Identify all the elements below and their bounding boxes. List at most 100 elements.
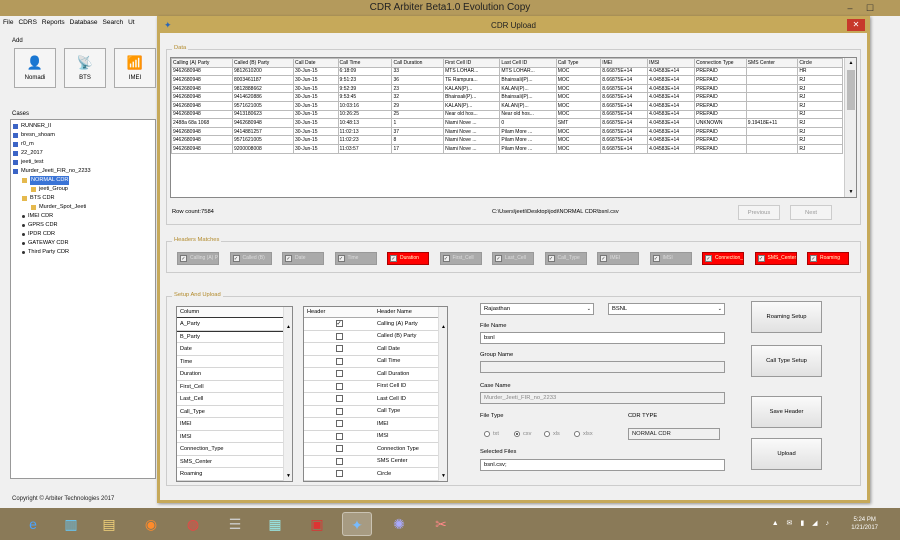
table-row[interactable]: 9462680948 9812888662 30-Jun-15 9:52:39 23 KA…: [171, 83, 843, 94]
header-match-checkbox[interactable]: ✓Connection_Type: [702, 252, 744, 265]
snipping-tool-icon[interactable]: ✂: [426, 512, 456, 536]
header-list[interactable]: Header Header Name ✓ Calling (A) Party Cal…: [303, 306, 448, 482]
header-match-checkbox[interactable]: ✓ SMS_Center: [754, 252, 797, 265]
checkbox[interactable]: [335, 345, 343, 353]
upload-button[interactable]: Upload: [751, 438, 822, 470]
case-name-input[interactable]: Murder_Jeeti_FIR_no_2233: [480, 392, 725, 404]
table-row[interactable]: 9462680948 9571621005 30-Jun-15 11:02:23 8 Ni…: [171, 135, 843, 145]
tree-item[interactable]: r0_m: [13, 140, 153, 149]
list-item[interactable]: Time: [177, 356, 283, 368]
list-item[interactable]: B_Party: [177, 331, 283, 343]
table-row[interactable]: 9462680948 9413180623 30-Jun-15 10:26:25 25 N…: [171, 109, 843, 120]
file-type-radio[interactable]: txt: [484, 431, 499, 437]
tree-item[interactable]: NORMAL CDR: [13, 176, 153, 185]
operator-select[interactable]: BSNL ⌄: [608, 303, 725, 315]
column-list-scrollbar[interactable]: ▲ ▼: [283, 307, 292, 481]
menu-item[interactable]: Ut: [128, 19, 135, 26]
file-type-radio[interactable]: xls: [544, 431, 560, 437]
list-item[interactable]: Duration: [177, 368, 283, 381]
call-type-setup-button[interactable]: Call Type Setup: [751, 345, 822, 377]
scroll-up-icon[interactable]: ▲: [284, 323, 292, 332]
list-item[interactable]: Call Time: [304, 356, 438, 368]
scroll-thumb[interactable]: [847, 70, 855, 110]
dialog-close-icon[interactable]: ✕: [847, 19, 865, 31]
header-match-checkbox[interactable]: ✓ IMEI: [597, 252, 639, 265]
list-item[interactable]: IMSI: [304, 431, 438, 443]
settings-icon[interactable]: ✺: [384, 512, 414, 536]
checkbox[interactable]: [335, 382, 343, 390]
list-item[interactable]: Roaming: [177, 468, 283, 481]
header-match-checkbox[interactable]: ✓ Time: [334, 252, 377, 265]
checkbox[interactable]: [335, 432, 343, 440]
tree-item[interactable]: BTS CDR: [13, 194, 153, 203]
tree-item[interactable]: Murder_Jeeti_FIR_no_2233: [13, 167, 153, 176]
header-match-checkbox[interactable]: ✓Calling (A) Party: [177, 252, 219, 265]
maximize-icon[interactable]: ☐: [860, 0, 880, 16]
header-match-checkbox[interactable]: ✓ Last_Cell: [492, 252, 534, 265]
checkbox[interactable]: [335, 457, 343, 465]
menu-item[interactable]: File: [3, 19, 13, 26]
tree-item[interactable]: jeeti_Group: [13, 185, 153, 194]
group-name-input[interactable]: [480, 361, 725, 373]
add-button[interactable]: 📶 IMEI: [114, 48, 156, 88]
list-item[interactable]: IMSI: [177, 431, 283, 443]
checkbox[interactable]: [335, 445, 343, 453]
tree-item[interactable]: Third Party CDR: [13, 248, 153, 257]
checkbox[interactable]: [335, 470, 343, 478]
list-item[interactable]: Call Duration: [304, 368, 438, 381]
table-row[interactable]: 9462680948 9414881257 30-Jun-15 11:02:13 37 N…: [171, 126, 843, 137]
firefox-icon[interactable]: ◉: [136, 512, 166, 536]
add-button[interactable]: 👤 Nomadi: [14, 48, 56, 88]
windows-explorer-icon[interactable]: ▥: [56, 512, 86, 536]
checkbox[interactable]: [335, 407, 343, 415]
powerpoint-icon[interactable]: ▣: [302, 512, 332, 536]
data-grid[interactable]: Calling (A) Party Called (B) Party Call Da…: [170, 57, 857, 198]
state-select[interactable]: Rajasthan ⌄: [480, 303, 594, 315]
menu-item[interactable]: CDRS: [18, 19, 36, 26]
table-row[interactable]: 9462680948 9200008008 30-Jun-15 11:03:57 17 N…: [171, 143, 843, 154]
tree-item[interactable]: GATEWAY CDR: [13, 239, 153, 248]
grid-column-header[interactable]: IMSI: [647, 58, 696, 68]
list-item[interactable]: IMEI: [304, 418, 438, 431]
grid-column-header[interactable]: SMS Center: [745, 58, 799, 68]
grid-column-header[interactable]: First Cell ID: [443, 58, 501, 68]
header-match-checkbox[interactable]: ✓ Date: [282, 252, 324, 265]
grid-column-header[interactable]: Call Time: [337, 58, 393, 68]
list-item[interactable]: Connection_Type: [177, 443, 283, 456]
checkbox[interactable]: [335, 370, 343, 378]
tree-item[interactable]: jeeti_test: [13, 158, 153, 167]
grid-column-header[interactable]: Called (B) Party: [231, 58, 294, 68]
list-item[interactable]: Circle: [304, 468, 438, 481]
grid-column-header[interactable]: Call Type: [555, 58, 602, 68]
table-row[interactable]: 2488a 68a 1068 9462680948 30-Jun-15 10:48:1…: [171, 118, 843, 128]
list-item[interactable]: SMS Center: [304, 456, 438, 468]
cdr-arbiter-taskbar-icon[interactable]: ✦: [342, 512, 372, 536]
checkbox[interactable]: [335, 357, 343, 365]
table-row[interactable]: 9462680948 9414620886 30-Jun-15 9:53:45 32 Bh…: [171, 92, 843, 102]
grid-column-header[interactable]: IMEI: [600, 58, 649, 68]
grid-column-header[interactable]: Call Duration: [391, 58, 445, 68]
tree-item[interactable]: IMEI CDR: [13, 212, 153, 221]
header-match-checkbox[interactable]: ✓ Call_Type: [544, 252, 587, 265]
list-item[interactable]: ✓ Calling (A) Party: [304, 318, 438, 331]
list-item[interactable]: Called (B) Party: [304, 331, 438, 343]
cases-tree[interactable]: RUNNER_II bresn_shoam r0_m 22_2017 jeeti_tes…: [10, 119, 156, 479]
tree-item[interactable]: RUNNER_II: [13, 122, 153, 131]
list-item[interactable]: Call_Type: [177, 406, 283, 418]
list-item[interactable]: First Cell ID: [304, 381, 438, 393]
menu-item[interactable]: Search: [103, 19, 124, 26]
add-button[interactable]: 📡 BTS: [64, 48, 106, 88]
checkbox[interactable]: [335, 332, 343, 340]
clock[interactable]: 5:24 PM 1/21/2017: [851, 516, 878, 532]
list-item[interactable]: Last_Cell: [177, 393, 283, 406]
table-row[interactable]: 9462680948 8003461187 30-Jun-15 9:51:23 36 TE…: [171, 75, 843, 85]
grid-column-header[interactable]: Call Date: [292, 58, 339, 68]
header-list-scrollbar[interactable]: ▲ ▼: [438, 307, 447, 481]
previous-button[interactable]: Previous: [738, 205, 780, 220]
grid-column-header[interactable]: Circle: [797, 58, 843, 68]
column-list[interactable]: Column A_Party B_Party Date Time Duration Fir…: [176, 306, 293, 482]
list-item[interactable]: Call Date: [304, 343, 438, 356]
header-match-checkbox[interactable]: ✓ IMSI: [649, 252, 692, 265]
tree-item[interactable]: IPDR CDR: [13, 230, 153, 239]
file-name-input[interactable]: bsnl: [480, 332, 725, 344]
